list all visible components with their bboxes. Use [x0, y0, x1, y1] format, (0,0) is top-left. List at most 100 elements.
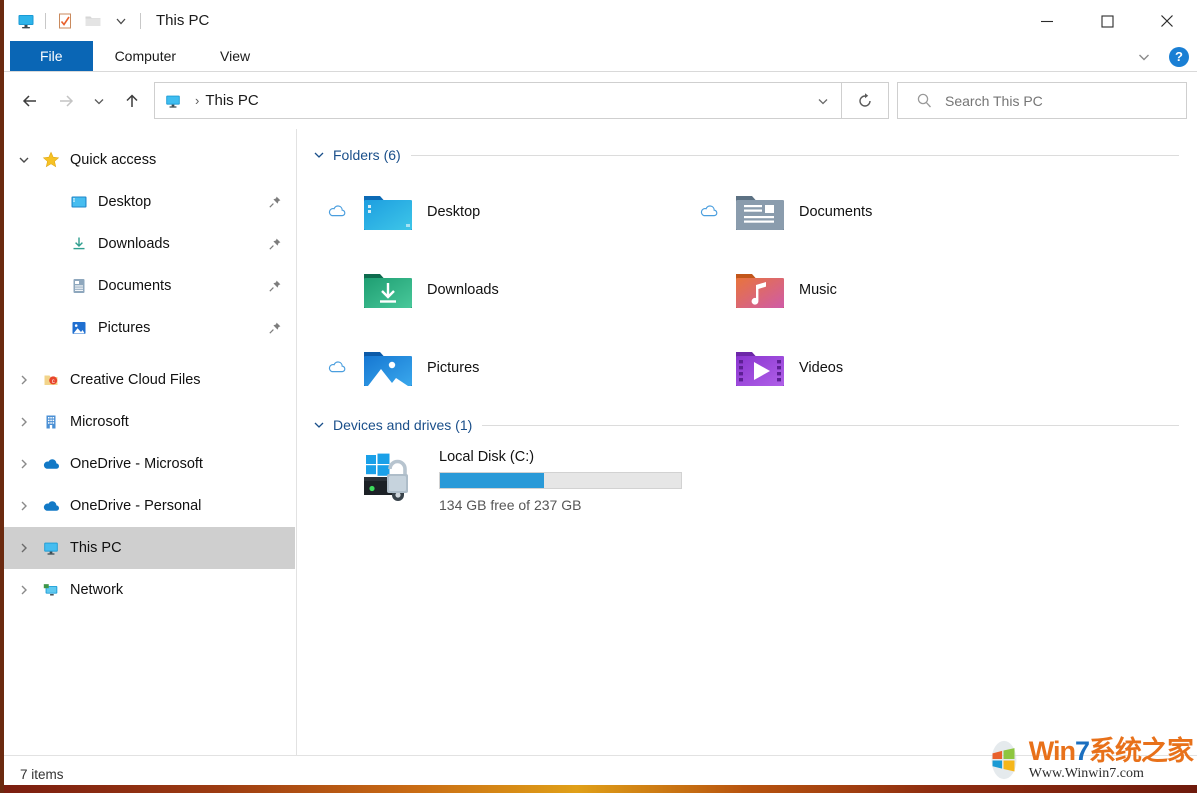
qat-divider-2 — [140, 13, 141, 29]
address-dropdown-chevron-icon[interactable] — [805, 83, 841, 118]
back-button[interactable] — [12, 83, 48, 119]
pictures-folder-icon — [357, 345, 419, 391]
navigation-bar: › This PC — [2, 72, 1197, 129]
sidebar-label: Quick access — [70, 152, 156, 168]
navigation-pane: Quick access Desktop — [2, 129, 297, 755]
onedrive-icon — [38, 497, 64, 515]
sidebar-label: OneDrive - Microsoft — [70, 456, 203, 472]
folder-name: Music — [799, 282, 837, 298]
search-icon — [898, 92, 945, 109]
building-icon — [38, 413, 64, 431]
music-folder-icon — [729, 267, 791, 313]
address-bar[interactable]: › This PC — [154, 82, 842, 119]
group-header-devices[interactable]: Devices and drives (1) — [311, 413, 1179, 437]
chevron-down-icon[interactable] — [311, 149, 327, 161]
pin-icon[interactable] — [268, 195, 282, 209]
onedrive-icon — [38, 455, 64, 473]
chevron-down-icon[interactable] — [311, 419, 327, 431]
folder-tile-desktop[interactable]: Desktop — [311, 173, 683, 251]
content-pane: Folders (6) — [297, 129, 1197, 755]
search-box[interactable] — [897, 82, 1187, 119]
documents-folder-icon — [729, 189, 791, 235]
drive-info: Local Disk (C:) 134 GB free of 237 GB — [439, 443, 682, 513]
sidebar-item-pictures[interactable]: Pictures — [2, 307, 296, 349]
tab-computer[interactable]: Computer — [93, 41, 198, 71]
folder-tile-documents[interactable]: Documents — [683, 173, 1055, 251]
explorer-body: Quick access Desktop — [2, 129, 1197, 755]
pin-icon[interactable] — [268, 321, 282, 335]
sidebar-item-quick-access[interactable]: Quick access — [2, 139, 296, 181]
up-button[interactable] — [114, 83, 150, 119]
folder-tile-music[interactable]: Music — [683, 251, 1055, 329]
pin-icon[interactable] — [268, 279, 282, 293]
recent-locations-button[interactable] — [84, 83, 114, 119]
drive-item-local-disk-c[interactable]: Local Disk (C:) 134 GB free of 237 GB — [311, 443, 1179, 513]
sidebar-item-onedrive-microsoft[interactable]: OneDrive - Microsoft — [2, 443, 296, 485]
sidebar-item-network[interactable]: Network — [2, 569, 296, 611]
pin-icon[interactable] — [268, 237, 282, 251]
chevron-right-icon[interactable] — [10, 416, 38, 428]
chevron-right-icon[interactable] — [10, 374, 38, 386]
close-button[interactable] — [1137, 0, 1197, 41]
folder-name: Documents — [799, 204, 872, 220]
help-icon[interactable]: ? — [1169, 47, 1189, 67]
tab-file[interactable]: File — [10, 41, 93, 71]
forward-button[interactable] — [48, 83, 84, 119]
creative-cloud-icon: c — [38, 371, 64, 389]
sidebar-label: Creative Cloud Files — [70, 372, 201, 388]
pictures-icon — [66, 319, 92, 337]
chevron-right-icon[interactable] — [10, 584, 38, 596]
desktop-folder-icon — [357, 189, 419, 235]
qat-divider — [45, 13, 46, 29]
maximize-button[interactable] — [1077, 0, 1137, 41]
sidebar-item-microsoft[interactable]: Microsoft — [2, 401, 296, 443]
file-explorer-window: This PC File Computer View ? — [0, 0, 1197, 793]
sidebar-item-creative-cloud-files[interactable]: c Creative Cloud Files — [2, 359, 296, 401]
sidebar-item-downloads[interactable]: Downloads — [2, 223, 296, 265]
breadcrumb-item-this-pc[interactable]: This PC — [205, 92, 258, 109]
sidebar-item-onedrive-personal[interactable]: OneDrive - Personal — [2, 485, 296, 527]
ribbon-right-controls: ? — [1131, 41, 1189, 72]
folder-name: Downloads — [427, 282, 499, 298]
desktop-bleed — [2, 785, 1197, 793]
sidebar-item-documents[interactable]: Documents — [2, 265, 296, 307]
group-header-folders[interactable]: Folders (6) — [311, 143, 1179, 167]
cloud-status-icon — [317, 202, 357, 222]
sidebar-label: Pictures — [98, 320, 150, 336]
new-folder-icon[interactable] — [79, 7, 107, 35]
documents-icon — [66, 277, 92, 295]
folder-tiles: Desktop — [311, 173, 1179, 407]
local-disk-icon — [357, 443, 433, 507]
network-icon — [38, 581, 64, 599]
downloads-icon — [66, 235, 92, 253]
sidebar-item-this-pc[interactable]: This PC — [2, 527, 295, 569]
folder-name: Pictures — [427, 360, 479, 376]
properties-icon[interactable] — [51, 7, 79, 35]
minimize-button[interactable] — [1017, 0, 1077, 41]
folder-tile-downloads[interactable]: Downloads — [311, 251, 683, 329]
sidebar-label: This PC — [70, 540, 122, 556]
chevron-right-icon[interactable] — [10, 542, 38, 554]
quick-access-toolbar — [2, 7, 146, 35]
sidebar-item-desktop[interactable]: Desktop — [2, 181, 296, 223]
group-title: Devices and drives (1) — [333, 417, 472, 433]
breadcrumb-this-pc-icon — [155, 92, 189, 110]
desktop-icon — [66, 193, 92, 211]
group-divider — [482, 425, 1179, 426]
expand-ribbon-chevron-icon[interactable] — [1131, 44, 1157, 70]
folder-tile-pictures[interactable]: Pictures — [311, 329, 683, 407]
item-count: 7 items — [20, 767, 64, 782]
folder-tile-videos[interactable]: Videos — [683, 329, 1055, 407]
chevron-right-icon[interactable] — [10, 500, 38, 512]
group-title: Folders (6) — [333, 147, 401, 163]
search-input[interactable] — [945, 93, 1145, 109]
this-pc-icon[interactable] — [12, 7, 40, 35]
chevron-down-icon[interactable] — [10, 154, 38, 166]
tab-view[interactable]: View — [198, 41, 272, 71]
sidebar-label: Downloads — [98, 236, 170, 252]
chevron-right-icon[interactable] — [10, 458, 38, 470]
sidebar-label: Desktop — [98, 194, 151, 210]
refresh-button[interactable] — [842, 82, 889, 119]
customize-chevron-icon[interactable] — [107, 7, 135, 35]
sidebar-label: Documents — [98, 278, 171, 294]
